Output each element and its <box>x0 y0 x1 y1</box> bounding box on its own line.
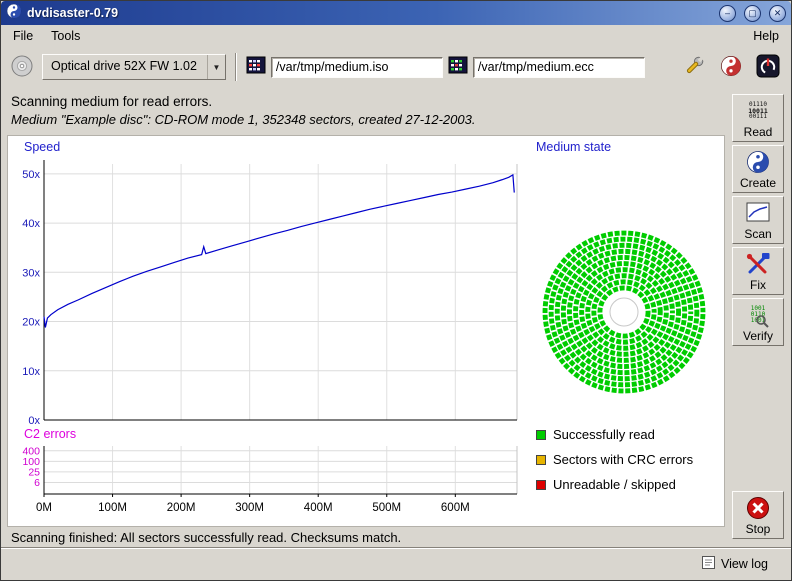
legend-item-unreadable: Unreadable / skipped <box>536 477 693 492</box>
main-area: Scanning medium for read errors. Medium … <box>1 87 791 547</box>
binary-magnifier-icon: 1001 0110 1001 <box>751 302 765 328</box>
c2-chart-title: C2 errors <box>24 427 76 441</box>
legend-swatch-crc <box>536 455 546 465</box>
iso-file-icon <box>246 55 266 80</box>
about-button[interactable] <box>717 52 745 83</box>
scan-graph-icon <box>746 200 770 226</box>
legend-label-crc: Sectors with CRC errors <box>553 452 693 467</box>
scan-button[interactable]: Scan <box>732 196 784 244</box>
titlebar[interactable]: dvdisaster-0.79 – ▢ ✕ <box>1 1 791 25</box>
binary-read-icon: 01110 10011 00111 <box>748 98 768 124</box>
stop-button[interactable]: Stop <box>732 491 784 539</box>
legend-item-crc: Sectors with CRC errors <box>536 452 693 467</box>
quit-button[interactable] <box>753 51 783 84</box>
scan-button-label: Scan <box>744 227 771 241</box>
ecc-file-icon <box>448 55 468 80</box>
app-window: dvdisaster-0.79 – ▢ ✕ File Tools Help Op… <box>0 0 792 581</box>
legend-swatch-success <box>536 430 546 440</box>
svg-text:500M: 500M <box>372 502 401 514</box>
chart-canvas: Speed 0x10x20x30x40x50x C2 errors 400100… <box>7 135 725 527</box>
svg-text:10x: 10x <box>22 366 40 378</box>
power-icon <box>756 54 780 81</box>
medium-state-disc <box>526 160 722 400</box>
legend-label-success: Successfully read <box>553 427 655 442</box>
app-icon <box>6 3 22 24</box>
iso-path-input[interactable] <box>271 57 443 78</box>
legend-label-unreadable: Unreadable / skipped <box>553 477 676 492</box>
svg-text:0x: 0x <box>28 415 40 424</box>
footer-bar: View log <box>1 547 791 580</box>
svg-text:400M: 400M <box>304 502 333 514</box>
svg-text:40x: 40x <box>22 218 40 230</box>
wrench-icon <box>682 54 706 81</box>
minimize-button[interactable]: – <box>719 5 736 22</box>
headline: Scanning medium for read errors. Medium … <box>1 87 725 135</box>
menu-tools[interactable]: Tools <box>42 27 89 45</box>
headline-line1: Scanning medium for read errors. <box>11 94 715 109</box>
maximize-button[interactable]: ▢ <box>744 5 761 22</box>
headline-line2: Medium "Example disc": CD-ROM mode 1, 35… <box>11 112 715 127</box>
create-button-label: Create <box>740 176 776 190</box>
svg-text:30x: 30x <box>22 267 40 279</box>
read-button[interactable]: 01110 10011 00111 Read <box>732 94 784 142</box>
scan-result-status: Scanning finished: All sectors successfu… <box>1 527 725 547</box>
menu-help[interactable]: Help <box>744 27 788 45</box>
svg-text:20x: 20x <box>22 317 40 329</box>
log-file-icon <box>702 556 715 572</box>
svg-text:50x: 50x <box>22 169 40 181</box>
magnifier-icon <box>755 314 769 331</box>
yin-yang-red-icon <box>720 55 742 80</box>
speed-chart-title: Speed <box>24 140 60 154</box>
legend-swatch-unreadable <box>536 480 546 490</box>
svg-text:100M: 100M <box>98 502 127 514</box>
fix-button-label: Fix <box>750 278 766 292</box>
drive-select-value: Optical drive 52X FW 1.02 <box>43 55 207 79</box>
preferences-button[interactable] <box>679 51 709 84</box>
crossed-tools-icon <box>745 251 771 277</box>
stop-icon <box>746 495 770 521</box>
action-sidebar: 01110 10011 00111 Read Create <box>725 87 791 547</box>
medium-state-legend: Successfully read Sectors with CRC error… <box>536 427 693 492</box>
svg-text:6: 6 <box>34 477 40 489</box>
toolbar: Optical drive 52X FW 1.02 ▼ <box>1 47 791 87</box>
menubar: File Tools Help <box>1 25 791 47</box>
read-button-label: Read <box>744 125 773 139</box>
view-log-label: View log <box>721 557 768 571</box>
ecc-path-input[interactable] <box>473 57 645 78</box>
view-log-button[interactable]: View log <box>695 554 775 574</box>
cd-drive-icon <box>10 54 34 81</box>
verify-button-label: Verify <box>743 329 773 343</box>
speed-chart: 0x 10x 20x 30x 40x 50x <box>14 156 519 424</box>
svg-text:300M: 300M <box>235 502 264 514</box>
drive-select[interactable]: Optical drive 52X FW 1.02 ▼ <box>42 54 226 80</box>
c2-errors-chart: 4001002560M100M200M300M400M500M600M <box>14 442 519 522</box>
yin-yang-blue-icon <box>746 149 770 175</box>
fix-button[interactable]: Fix <box>732 247 784 295</box>
svg-text:200M: 200M <box>167 502 196 514</box>
menu-file[interactable]: File <box>4 27 42 45</box>
close-button[interactable]: ✕ <box>769 5 786 22</box>
window-title: dvdisaster-0.79 <box>27 6 711 20</box>
verify-button[interactable]: 1001 0110 1001 Verify <box>732 298 784 346</box>
toolbar-separator <box>235 53 237 81</box>
drive-icon-button[interactable] <box>7 51 37 84</box>
chevron-down-icon: ▼ <box>207 55 225 79</box>
create-button[interactable]: Create <box>732 145 784 193</box>
legend-item-success: Successfully read <box>536 427 693 442</box>
medium-state-title: Medium state <box>536 140 611 154</box>
stop-button-label: Stop <box>746 522 771 536</box>
svg-text:600M: 600M <box>441 502 470 514</box>
svg-text:0M: 0M <box>36 502 52 514</box>
